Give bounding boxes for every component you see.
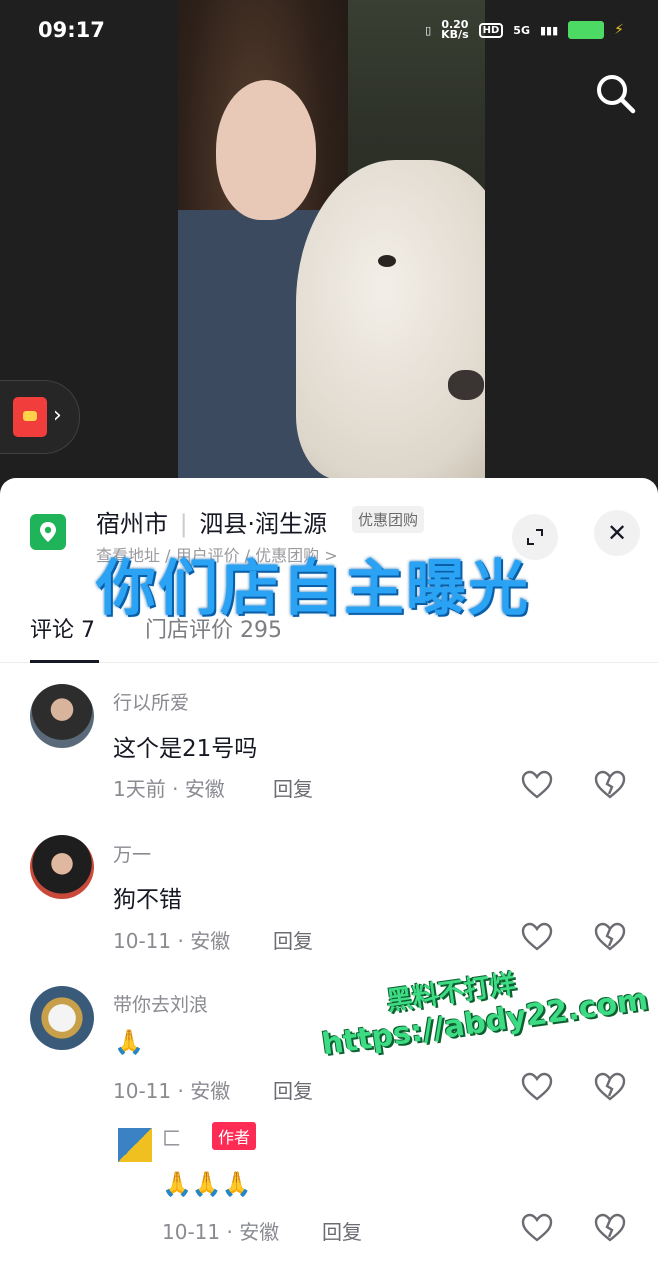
comment-username[interactable]: 万一	[113, 840, 151, 867]
avatar[interactable]	[118, 1128, 152, 1162]
person-face	[216, 80, 316, 220]
reply-emoji: 🙏🙏🙏	[162, 1170, 252, 1198]
search-icon[interactable]	[594, 72, 638, 116]
reply-username[interactable]: 匚	[162, 1124, 181, 1151]
broken-heart-icon[interactable]	[594, 1072, 626, 1102]
comment-location: 安徽	[190, 1079, 231, 1103]
comment-meta: 1天前 · 安徽	[113, 777, 225, 801]
comment-location: 安徽	[190, 929, 231, 953]
comment-text: 这个是21号吗	[113, 736, 258, 762]
comment-username[interactable]: 行以所爱	[113, 688, 189, 715]
reply-date: 10-11	[162, 1220, 221, 1244]
reply-button[interactable]: 回复	[273, 925, 313, 954]
shop-title[interactable]: 宿州市 | 泗县·润生源	[96, 504, 327, 539]
reply-button[interactable]: 回复	[273, 773, 313, 802]
tab-comments[interactable]: 评论 7	[30, 612, 95, 644]
chevron-right-icon: ›	[53, 403, 62, 428]
hd-badge: HD	[478, 22, 504, 38]
charging-icon: ⚡	[614, 22, 624, 38]
dog-figure	[296, 160, 485, 480]
status-bar: 09:17 ▯ 0.20 KB/s HD 5G ▮▮▮ ⚡	[0, 0, 658, 64]
red-packet-icon	[13, 397, 47, 437]
battery-icon	[568, 21, 605, 39]
heart-outline-icon[interactable]	[521, 1213, 553, 1243]
reply-location: 安徽	[239, 1220, 280, 1244]
comment-date: 10-11	[113, 1079, 172, 1103]
system-indicators: ▯ 0.20 KB/s HD 5G ▮▮▮ ⚡	[425, 19, 624, 41]
dog-nose	[448, 370, 484, 400]
author-badge: 作者	[212, 1122, 257, 1150]
avatar[interactable]	[30, 684, 94, 748]
comment-meta: 10-11 · 安徽	[113, 1079, 231, 1103]
comment-meta: 10-11 · 安徽	[113, 929, 231, 953]
shop-name: 泗县·润生源	[199, 510, 328, 538]
reply-button[interactable]: 回复	[273, 1075, 313, 1104]
coupon-tag: 优惠团购	[352, 506, 425, 533]
video-player[interactable]	[0, 0, 658, 500]
title-divider: |	[179, 510, 188, 538]
comment-location: 安徽	[184, 777, 225, 801]
comment-sheet: 宿州市 | 泗县·润生源 优惠团购 查看地址 / 用户评价 / 优惠团购 > ✕…	[0, 478, 658, 1280]
location-pin-icon	[30, 514, 66, 550]
comment-text: 狗不错	[113, 887, 182, 913]
avatar[interactable]	[30, 986, 94, 1050]
comment-emoji: 🙏	[114, 1028, 144, 1056]
video-frame	[178, 0, 485, 480]
broken-heart-icon[interactable]	[594, 1213, 626, 1243]
comment-date: 10-11	[113, 929, 172, 953]
tab-underline	[30, 660, 99, 663]
net-speed: 0.20 KB/s	[441, 19, 469, 41]
heart-outline-icon[interactable]	[521, 1072, 553, 1102]
heart-outline-icon[interactable]	[521, 922, 553, 952]
vibrate-icon: ▯	[425, 23, 432, 37]
dog-eye	[378, 255, 396, 267]
comment-date: 1天前	[113, 777, 166, 801]
heart-outline-icon[interactable]	[521, 770, 553, 800]
comment-tabs: 评论 7 门店评价 295	[0, 608, 658, 663]
reply-meta: 10-11 · 安徽	[162, 1220, 280, 1244]
comment-username[interactable]: 带你去刘浪	[113, 990, 208, 1017]
shop-city: 宿州市	[96, 510, 168, 538]
reply-button[interactable]: 回复	[322, 1216, 362, 1245]
broken-heart-icon[interactable]	[594, 770, 626, 800]
avatar[interactable]	[30, 835, 94, 899]
signal-bars-icon: ▮▮▮	[539, 23, 559, 37]
net-speed-unit: KB/s	[441, 28, 469, 41]
status-time: 09:17	[38, 18, 105, 42]
tab-store-reviews[interactable]: 门店评价 295	[145, 612, 282, 644]
close-icon[interactable]: ✕	[594, 510, 640, 556]
signal-indicator: 5G	[513, 23, 530, 37]
red-packet-button[interactable]: ›	[0, 380, 80, 454]
